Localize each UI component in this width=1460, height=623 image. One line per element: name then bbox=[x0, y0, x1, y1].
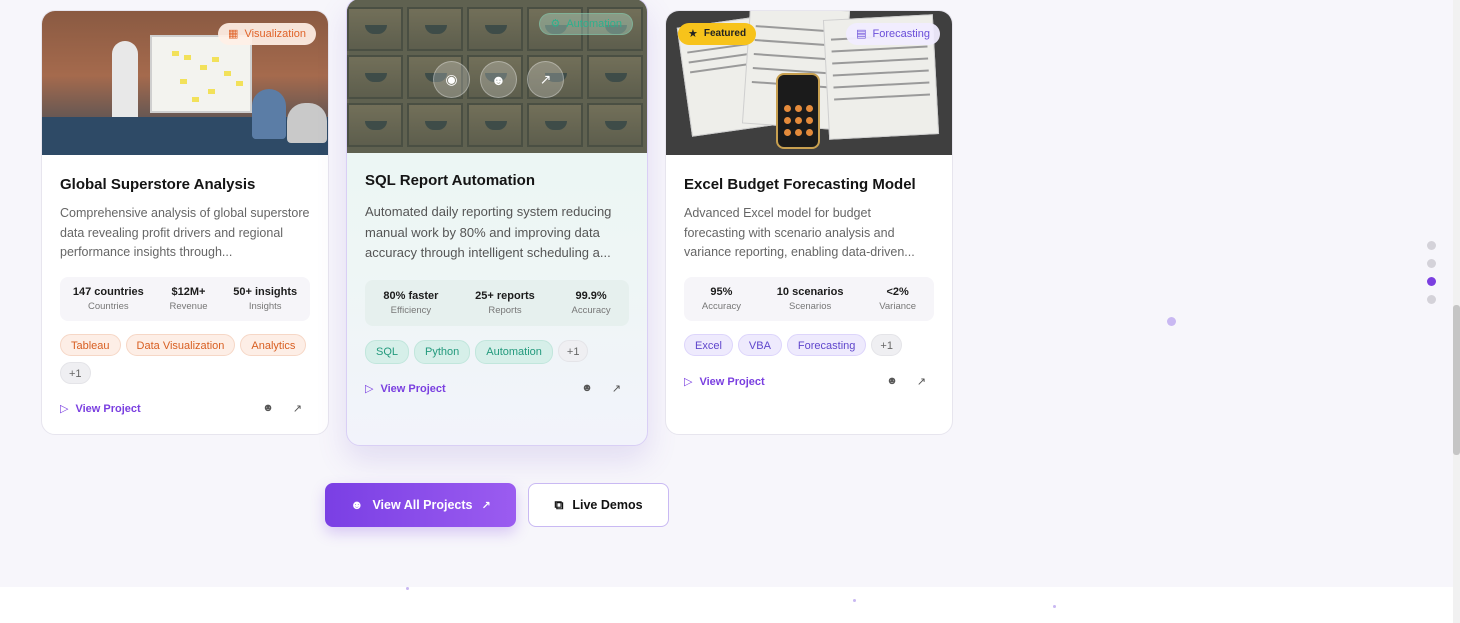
featured-badge: ★ Featured bbox=[678, 23, 757, 45]
stat-item: 50+ insights Insights bbox=[233, 286, 298, 312]
card-actions: ▷ View Project ☻ ↗ bbox=[365, 382, 629, 395]
project-card-excel-forecasting[interactable]: ★ Featured ▤ Forecasting Excel Budget Fo… bbox=[665, 10, 953, 435]
card-icon-actions: ☻ ↗ bbox=[886, 375, 926, 388]
project-image: ⚙ Automation ◉ ☻ ↗ bbox=[347, 0, 647, 153]
decorative-dot bbox=[1053, 605, 1056, 608]
card-actions: ▷ View Project ☻ ↗ bbox=[684, 375, 934, 388]
stat-item: <2% Variance bbox=[879, 286, 917, 312]
pager-dot[interactable] bbox=[1427, 295, 1436, 304]
project-title: Excel Budget Forecasting Model bbox=[684, 176, 916, 193]
external-link-icon[interactable]: ↗ bbox=[527, 61, 564, 98]
github-icon[interactable]: ☻ bbox=[480, 61, 517, 98]
decorative-dot bbox=[853, 599, 856, 602]
eye-icon[interactable]: ◉ bbox=[433, 61, 470, 98]
view-all-projects-button[interactable]: ☻ View All Projects ↗ bbox=[325, 483, 516, 527]
tag[interactable]: Automation bbox=[475, 340, 553, 364]
document-icon: ▤ bbox=[856, 28, 867, 40]
external-link-icon[interactable]: ↗ bbox=[917, 375, 926, 388]
project-stats: 147 countries Countries $12M+ Revenue 50… bbox=[60, 277, 310, 321]
category-badge: ⚙ Automation bbox=[539, 13, 633, 35]
calculator-phone bbox=[776, 73, 820, 149]
tag-list: Excel VBA Forecasting +1 bbox=[684, 334, 934, 356]
section-pager bbox=[1427, 241, 1436, 304]
tag-list: Tableau Data Visualization Analytics +1 bbox=[60, 334, 310, 384]
card-icon-actions: ☻ ↗ bbox=[262, 402, 302, 415]
pager-dot[interactable] bbox=[1427, 241, 1436, 250]
image-hover-actions: ◉ ☻ ↗ bbox=[433, 61, 564, 98]
pager-dot[interactable] bbox=[1427, 259, 1436, 268]
more-tags-badge[interactable]: +1 bbox=[557, 340, 589, 362]
tag[interactable]: Python bbox=[414, 340, 471, 364]
project-card-global-superstore[interactable]: ▦ Visualization Global Superstore Analys… bbox=[41, 10, 329, 435]
external-link-icon[interactable]: ↗ bbox=[612, 382, 621, 395]
play-icon: ▷ bbox=[365, 383, 374, 395]
section-bottom-band bbox=[0, 587, 1453, 623]
more-tags-badge[interactable]: +1 bbox=[60, 362, 91, 384]
view-project-link[interactable]: ▷ View Project bbox=[365, 382, 446, 396]
project-stats: 95% Accuracy 10 scenarios Scenarios <2% … bbox=[684, 277, 934, 321]
tag[interactable]: Forecasting bbox=[786, 334, 867, 356]
project-description: Advanced Excel model for budget forecast… bbox=[684, 206, 915, 259]
stat-item: 10 scenarios Scenarios bbox=[776, 286, 844, 312]
decorative-dot bbox=[406, 587, 409, 590]
more-tags-badge[interactable]: +1 bbox=[871, 334, 902, 356]
pager-dot-active[interactable] bbox=[1427, 277, 1436, 286]
stat-item: $12M+ Revenue bbox=[169, 286, 208, 312]
gear-icon: ⚙ bbox=[550, 18, 561, 30]
stat-item: 80% faster Efficiency bbox=[383, 290, 439, 316]
arrow-up-right-icon: ↗ bbox=[481, 499, 491, 512]
decorative-dot bbox=[1167, 317, 1176, 326]
stat-item: 99.9% Accuracy bbox=[571, 290, 611, 316]
view-project-link[interactable]: ▷ View Project bbox=[60, 402, 141, 416]
tag[interactable]: SQL bbox=[365, 340, 410, 364]
project-title: SQL Report Automation bbox=[365, 172, 535, 189]
project-title: Global Superstore Analysis bbox=[60, 176, 256, 193]
live-demos-button[interactable]: ⧉ Live Demos bbox=[528, 483, 669, 527]
project-image: ★ Featured ▤ Forecasting bbox=[666, 11, 952, 155]
project-description: Comprehensive analysis of global superst… bbox=[60, 206, 310, 259]
stat-item: 95% Accuracy bbox=[701, 286, 741, 312]
project-image: ▦ Visualization bbox=[42, 11, 328, 155]
play-icon: ▷ bbox=[684, 376, 693, 388]
page-scrollbar[interactable] bbox=[1453, 0, 1460, 623]
play-icon: ▷ bbox=[60, 403, 69, 415]
stat-item: 147 countries Countries bbox=[72, 286, 144, 312]
category-badge: ▦ Visualization bbox=[218, 23, 316, 45]
external-link-icon: ⧉ bbox=[554, 497, 564, 512]
external-link-icon[interactable]: ↗ bbox=[293, 402, 302, 415]
github-icon[interactable]: ☻ bbox=[886, 375, 898, 388]
stat-item: 25+ reports Reports bbox=[475, 290, 535, 316]
tag[interactable]: Data Visualization bbox=[125, 334, 236, 356]
scrollbar-thumb[interactable] bbox=[1453, 305, 1460, 455]
card-icon-actions: ☻ ↗ bbox=[581, 382, 621, 395]
map-icon: ▦ bbox=[228, 28, 239, 40]
tag[interactable]: Tableau bbox=[60, 334, 121, 356]
github-icon[interactable]: ☻ bbox=[262, 402, 274, 415]
star-icon: ★ bbox=[688, 28, 698, 40]
tag-list: SQL Python Automation +1 bbox=[365, 340, 629, 364]
whiteboard bbox=[150, 35, 252, 113]
github-icon: ☻ bbox=[350, 498, 364, 512]
view-project-link[interactable]: ▷ View Project bbox=[684, 375, 765, 389]
category-badge: ▤ Forecasting bbox=[846, 23, 940, 45]
project-stats: 80% faster Efficiency 25+ reports Report… bbox=[365, 280, 629, 326]
project-card-sql-automation[interactable]: ⚙ Automation ◉ ☻ ↗ SQL Report Automation… bbox=[346, 0, 648, 446]
tag[interactable]: Analytics bbox=[240, 334, 307, 356]
github-icon[interactable]: ☻ bbox=[581, 382, 593, 395]
tag[interactable]: Excel bbox=[684, 334, 733, 356]
project-description: Automated daily reporting system reducin… bbox=[365, 204, 612, 260]
seated-figure bbox=[252, 89, 286, 139]
card-actions: ▷ View Project ☻ ↗ bbox=[60, 402, 310, 415]
seated-figure bbox=[287, 103, 327, 143]
tag[interactable]: VBA bbox=[737, 334, 782, 356]
